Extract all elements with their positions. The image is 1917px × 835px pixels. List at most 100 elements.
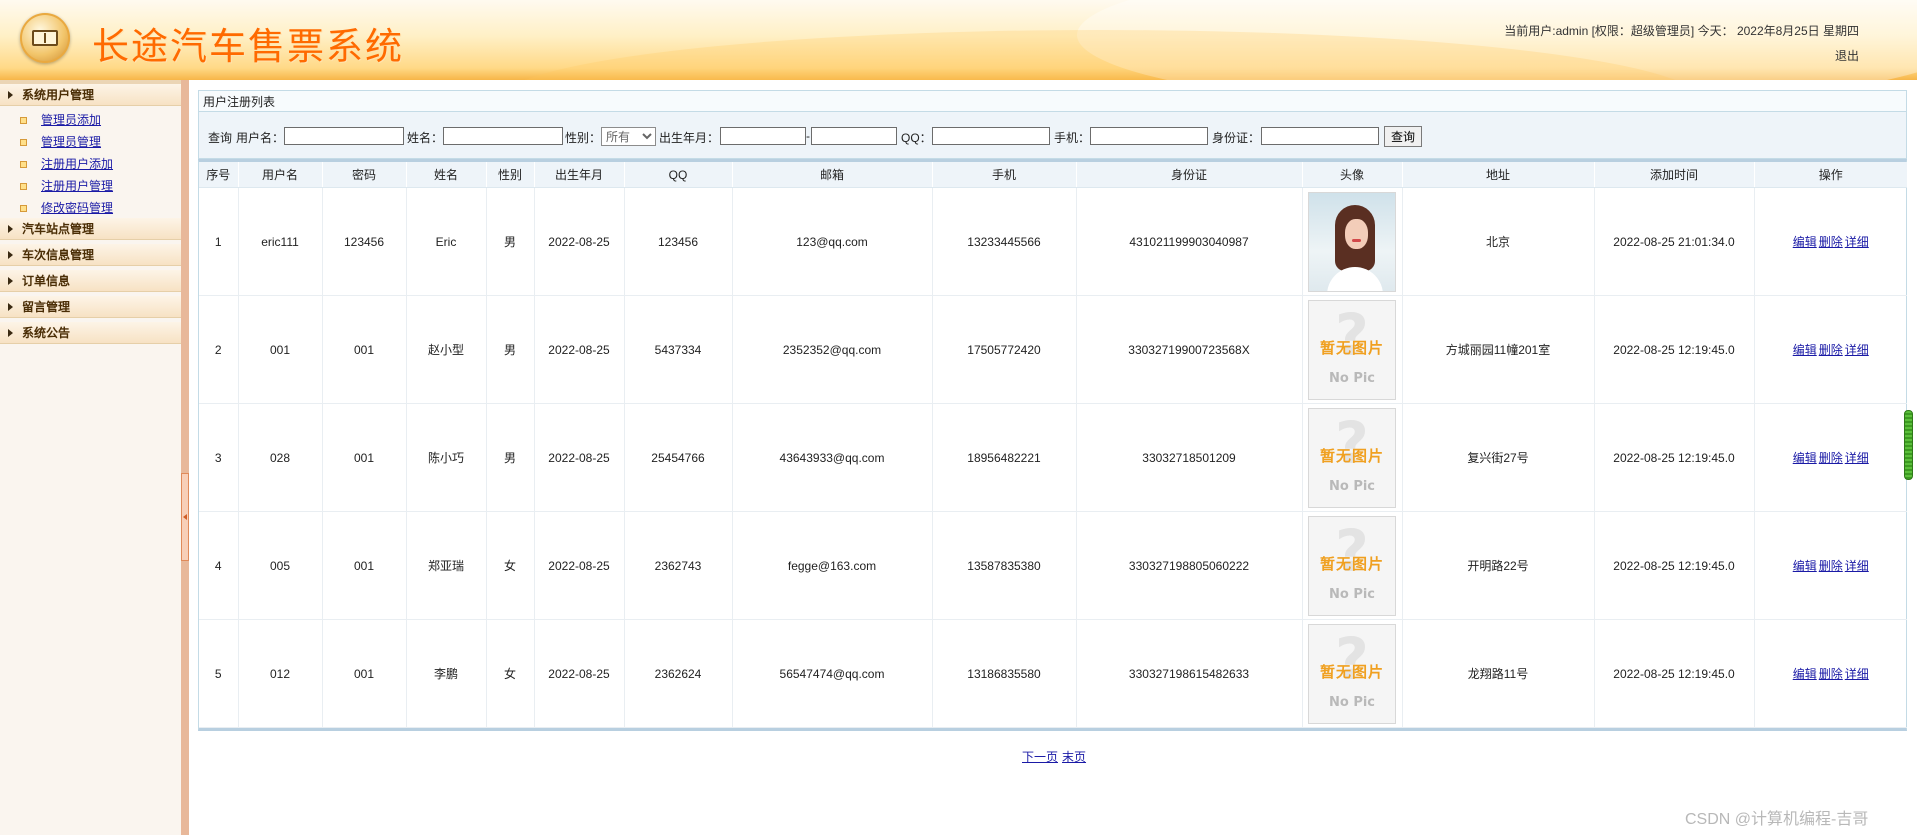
collapse-sidebar-handle[interactable] (181, 473, 189, 561)
system-title: 长途汽车售票系统 (92, 25, 404, 68)
menu-item-admin-manage[interactable]: 管理员管理 (41, 133, 101, 150)
bullet-icon (20, 117, 27, 124)
detail-link[interactable]: 详细 (1845, 667, 1869, 681)
cell-phone: 13587835380 (931, 511, 1076, 620)
menu-group-label: 系统公告 (22, 326, 71, 340)
detail-link[interactable]: 详细 (1845, 451, 1869, 465)
menu-item-user-add[interactable]: 注册用户添加 (41, 155, 113, 172)
next-page-link[interactable]: 下一页 (1022, 750, 1058, 764)
edit-link[interactable]: 编辑 (1793, 343, 1817, 357)
menu-group-label: 留言管理 (22, 300, 71, 314)
cell-username: 005 (237, 511, 322, 620)
detail-link[interactable]: 详细 (1845, 343, 1869, 357)
gender-select[interactable]: 所有 (601, 127, 656, 146)
cell-address: 复兴街27号 (1401, 403, 1594, 512)
user-table-container: 序号 用户名 密码 姓名 性别 出生年月 QQ 邮箱 手机 身份证 头像 地址 … (198, 159, 1907, 731)
cell-email: 2352352@qq.com (731, 295, 932, 404)
search-button[interactable]: 查询 (1384, 126, 1423, 147)
cell-password: 001 (321, 295, 406, 404)
col-header-qq: QQ (623, 162, 732, 188)
cell-actions: 编辑 删除 详细 (1753, 619, 1907, 728)
cell-password: 001 (321, 511, 406, 620)
cell-added-time: 2022-08-25 12:19:45.0 (1593, 295, 1754, 404)
delete-link[interactable]: 删除 (1819, 451, 1843, 465)
delete-link[interactable]: 删除 (1819, 667, 1843, 681)
edit-link[interactable]: 编辑 (1793, 559, 1817, 573)
cell-password: 123456 (321, 187, 406, 296)
birth-end-input[interactable] (811, 127, 897, 145)
edit-link[interactable]: 编辑 (1793, 235, 1817, 249)
cell-name: 陈小巧 (405, 403, 486, 512)
cell-gender: 男 (485, 403, 534, 512)
qq-input[interactable] (932, 127, 1050, 145)
delete-link[interactable]: 删除 (1819, 235, 1843, 249)
menu-group-messages[interactable]: 留言管理 (0, 296, 181, 318)
name-label: 姓名： (407, 131, 444, 145)
no-pic-placeholder-icon: ? 暂无图片 No Pic (1308, 515, 1396, 616)
menu-item-admin-add[interactable]: 管理员添加 (41, 111, 101, 128)
cell-name: Eric (405, 187, 486, 296)
edit-link[interactable]: 编辑 (1793, 451, 1817, 465)
phone-input[interactable] (1090, 127, 1208, 145)
col-header-phone: 手机 (931, 162, 1076, 188)
cell-phone: 13233445566 (931, 187, 1076, 296)
col-header-birth: 出生年月 (533, 162, 624, 188)
sidebar-splitter (181, 80, 189, 835)
logout-link[interactable]: 退出 (1835, 47, 1859, 64)
delete-link[interactable]: 删除 (1819, 559, 1843, 573)
delete-link[interactable]: 删除 (1819, 343, 1843, 357)
menu-group-orders[interactable]: 订单信息 (0, 270, 181, 292)
idcard-input[interactable] (1261, 127, 1379, 145)
col-header-actions: 操作 (1753, 162, 1907, 188)
cell-seq: 3 (199, 403, 238, 512)
username-label: 用户名： (236, 131, 285, 145)
cell-actions: 编辑 删除 详细 (1753, 511, 1907, 620)
menu-item-change-password[interactable]: 修改密码管理 (41, 199, 113, 216)
menu-group-announcements[interactable]: 系统公告 (0, 322, 181, 344)
cell-seq: 1 (199, 187, 238, 296)
caret-right-icon (8, 277, 13, 285)
detail-link[interactable]: 详细 (1845, 559, 1869, 573)
cell-seq: 5 (199, 619, 238, 728)
detail-link[interactable]: 详细 (1845, 235, 1869, 249)
cell-email: 123@qq.com (731, 187, 932, 296)
col-header-name: 姓名 (405, 162, 486, 188)
name-input[interactable] (443, 127, 563, 145)
cell-avatar (1301, 187, 1402, 296)
caret-right-icon (8, 303, 13, 311)
cell-address: 龙翔路11号 (1401, 619, 1594, 728)
scroll-handle[interactable] (1904, 410, 1913, 480)
cell-seq: 4 (199, 511, 238, 620)
menu-group-stations[interactable]: 汽车站点管理 (0, 218, 181, 240)
cell-qq: 123456 (623, 187, 732, 296)
caret-right-icon (8, 91, 13, 99)
list-caption: 用户注册列表 (198, 90, 1907, 112)
cell-avatar: ? 暂无图片 No Pic (1301, 295, 1402, 404)
cell-email: fegge@163.com (731, 511, 932, 620)
gender-label: 性别： (565, 131, 602, 145)
menu-item-user-manage[interactable]: 注册用户管理 (41, 177, 113, 194)
col-header-gender: 性别 (485, 162, 534, 188)
caret-right-icon (8, 329, 13, 337)
col-header-password: 密码 (321, 162, 406, 188)
cell-added-time: 2022-08-25 12:19:45.0 (1593, 619, 1754, 728)
cell-birth: 2022-08-25 (533, 295, 624, 404)
cell-idcard: 33032718501209 (1075, 403, 1302, 512)
cell-qq: 2362624 (623, 619, 732, 728)
cell-gender: 男 (485, 187, 534, 296)
last-page-link[interactable]: 末页 (1062, 750, 1086, 764)
cell-password: 001 (321, 403, 406, 512)
no-pic-placeholder-icon: ? 暂无图片 No Pic (1308, 623, 1396, 724)
menu-group-trips[interactable]: 车次信息管理 (0, 244, 181, 266)
app-header: 长途汽车售票系统 当前用户:admin [权限：超级管理员] 今天： 2022年… (0, 0, 1917, 80)
birth-start-input[interactable] (720, 127, 806, 145)
idcard-label: 身份证： (1212, 131, 1261, 145)
menu-group-system-users[interactable]: 系统用户管理 (0, 84, 181, 106)
cell-qq: 5437334 (623, 295, 732, 404)
cell-qq: 25454766 (623, 403, 732, 512)
table-row: 3 028 001 陈小巧 男 2022-08-25 25454766 4364… (199, 403, 1907, 512)
edit-link[interactable]: 编辑 (1793, 667, 1817, 681)
username-input[interactable] (284, 127, 404, 145)
cell-password: 001 (321, 619, 406, 728)
cell-username: 028 (237, 403, 322, 512)
